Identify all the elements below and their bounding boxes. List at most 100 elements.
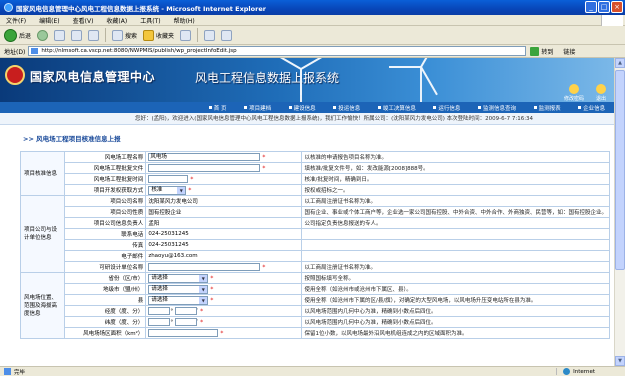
contact-person-value: 孟阳 xyxy=(145,217,303,229)
menu-view[interactable]: 查看(V) xyxy=(73,16,94,25)
windows-logo-icon xyxy=(601,15,623,26)
field-label: 项目公司性质 xyxy=(63,206,147,218)
logout-link[interactable]: 退出 xyxy=(595,84,606,102)
field-note: 公司指定负责信息报送的专人。 xyxy=(301,217,610,229)
required-marker: * xyxy=(220,329,224,337)
required-marker: * xyxy=(262,164,266,172)
favorites-button[interactable]: 收藏夹 xyxy=(143,29,174,41)
header-links: 修改密码 退出 xyxy=(564,84,606,102)
scroll-down-button[interactable]: ▼ xyxy=(615,356,625,366)
org-logo-icon xyxy=(5,65,25,85)
county-select[interactable]: 请选择 xyxy=(148,295,209,305)
longitude-minute-input[interactable] xyxy=(174,307,197,315)
print-icon[interactable] xyxy=(221,29,233,41)
window-titlebar: 国家风电信息管理中心风电工程信息数据上报系统 - Microsoft Inter… xyxy=(0,0,625,15)
required-marker: * xyxy=(200,318,204,326)
required-marker: * xyxy=(200,307,204,315)
change-password-link[interactable]: 修改密码 xyxy=(564,84,584,102)
form-row: 风电场位置、范围及海拔高度信息 省份（区/市） 请选择* 按照国标填写全称。 xyxy=(20,272,610,339)
company-name-value: 沈阳某风力发电公司 xyxy=(145,195,303,207)
page-done-icon xyxy=(4,368,11,375)
key-icon xyxy=(568,84,579,94)
nav-company-info[interactable]: 企业信息 xyxy=(578,104,605,112)
history-icon[interactable] xyxy=(180,29,192,41)
field-label: 风电场工程批复文件 xyxy=(63,162,147,174)
nav-final-accounts-info[interactable]: 竣工决算信息 xyxy=(378,104,416,112)
turbine-blade xyxy=(420,58,438,68)
field-note: 按权或招标之一。 xyxy=(301,184,610,196)
form-row: 传真 024-25031245 xyxy=(21,239,610,251)
group-label-location: 风电场位置、范围及海拔高度信息 xyxy=(20,272,65,339)
toolbar: 后退 搜索 收藏夹 xyxy=(0,26,625,45)
field-label: 县 xyxy=(63,294,147,306)
city-select[interactable]: 请选择 xyxy=(148,284,209,294)
form-row: 县 请选择* 使用全称（如沧州市下属的区/县/旗），对确定的大型风电场，以风电场… xyxy=(21,294,610,306)
approval-date-input[interactable] xyxy=(148,175,189,183)
status-text: 完毕 xyxy=(14,369,26,376)
go-arrow-icon xyxy=(530,46,540,56)
nav-operation-start-info[interactable]: 投运信息 xyxy=(333,104,360,112)
required-marker: * xyxy=(190,175,194,183)
links-button[interactable]: 链接 xyxy=(563,47,575,56)
field-note: 使用全称（如沧州市或沧州市下属区、县）。 xyxy=(301,283,610,295)
back-arrow-icon xyxy=(4,28,17,42)
vertical-scrollbar[interactable]: ▲ ▼ xyxy=(614,58,625,366)
search-button[interactable]: 搜索 xyxy=(112,29,138,41)
field-note: 以工商局注册证书名称为准。 xyxy=(301,261,610,273)
go-button[interactable]: 转到 xyxy=(530,46,553,56)
back-button[interactable]: 后退 xyxy=(4,28,31,42)
menu-file[interactable]: 文件(F) xyxy=(6,16,26,25)
forward-arrow-icon xyxy=(37,29,49,41)
home-icon[interactable] xyxy=(88,29,100,41)
field-note xyxy=(301,228,610,240)
minute-sign: ′ xyxy=(196,308,199,315)
internet-globe-icon xyxy=(563,368,571,375)
org-name: 国家风电信息管理中心 xyxy=(30,70,156,84)
minimize-button[interactable]: _ xyxy=(585,1,597,13)
nav-operation-info[interactable]: 运行信息 xyxy=(433,104,460,112)
menu-tools[interactable]: 工具(T) xyxy=(140,16,160,25)
address-input[interactable]: http://nlmsoft.ca.vscp.net:8080/NWPMIS/p… xyxy=(28,46,527,56)
approval-doc-input[interactable] xyxy=(148,164,261,172)
nav-project-filing[interactable]: 项目建档 xyxy=(244,104,271,112)
turbine-blade xyxy=(300,69,302,95)
menu-favorites[interactable]: 收藏(A) xyxy=(106,16,127,25)
system-name: 风电工程信息数据上报系统 xyxy=(195,71,340,85)
scroll-up-button[interactable]: ▲ xyxy=(615,58,625,68)
scroll-thumb[interactable] xyxy=(615,70,625,270)
forward-button[interactable] xyxy=(37,29,49,41)
close-button[interactable]: × xyxy=(611,1,623,13)
latitude-minute-input[interactable] xyxy=(174,318,197,326)
design-unit-input[interactable] xyxy=(148,263,261,271)
required-marker: * xyxy=(210,274,214,282)
stop-icon[interactable] xyxy=(54,29,66,41)
nav-home[interactable]: 首 页 xyxy=(209,104,227,112)
longitude-degree-input[interactable] xyxy=(148,307,171,315)
province-select[interactable]: 请选择 xyxy=(148,273,209,283)
degree-sign: ° xyxy=(170,319,174,326)
nav-construction-info[interactable]: 建设信息 xyxy=(289,104,316,112)
maximize-button[interactable]: □ xyxy=(598,1,610,13)
menu-help[interactable]: 帮助(H) xyxy=(174,16,195,25)
phone-value: 024-25031245 xyxy=(145,228,303,240)
dev-right-select[interactable]: 核准 xyxy=(148,185,187,195)
mail-icon[interactable] xyxy=(204,29,216,41)
field-label: 可研设计单位名称 xyxy=(63,261,147,273)
window-title: 国家风电信息管理中心风电工程信息数据上报系统 - Microsoft Inter… xyxy=(16,4,266,13)
search-label: 搜索 xyxy=(125,32,138,40)
menu-bar: 文件(F) 编辑(E) 查看(V) 收藏(A) 工具(T) 帮助(H) xyxy=(0,15,625,26)
field-note: 使用全称（如沧州市下属的区/县/旗），对确定的大型风电场，以风电场升压变电站所在… xyxy=(301,294,610,306)
field-label: 地级市（盟/州） xyxy=(63,283,147,295)
menu-edit[interactable]: 编辑(E) xyxy=(39,16,59,25)
latitude-degree-input[interactable] xyxy=(148,318,171,326)
required-marker: * xyxy=(188,186,192,194)
toolbar-separator xyxy=(197,28,199,42)
nav-monitoring-report[interactable]: 监测报表 xyxy=(534,104,561,112)
refresh-icon[interactable] xyxy=(71,29,83,41)
nav-monitoring-query[interactable]: 监测信息查询 xyxy=(478,104,516,112)
main-nav: 首 页 项目建档 建设信息 投运信息 竣工决算信息 运行信息 监测信息查询 监测… xyxy=(0,102,614,113)
project-name-input[interactable]: 风电场 xyxy=(148,153,261,161)
form-row: 风电场场区面积（km²） * 保留1位小数，以风电场最外沿风电机组连成之内的区域… xyxy=(21,327,610,339)
form-row: 项目公司信息负责人 孟阳 公司指定负责信息报送的专人。 xyxy=(21,217,610,229)
site-area-input[interactable] xyxy=(148,329,219,337)
